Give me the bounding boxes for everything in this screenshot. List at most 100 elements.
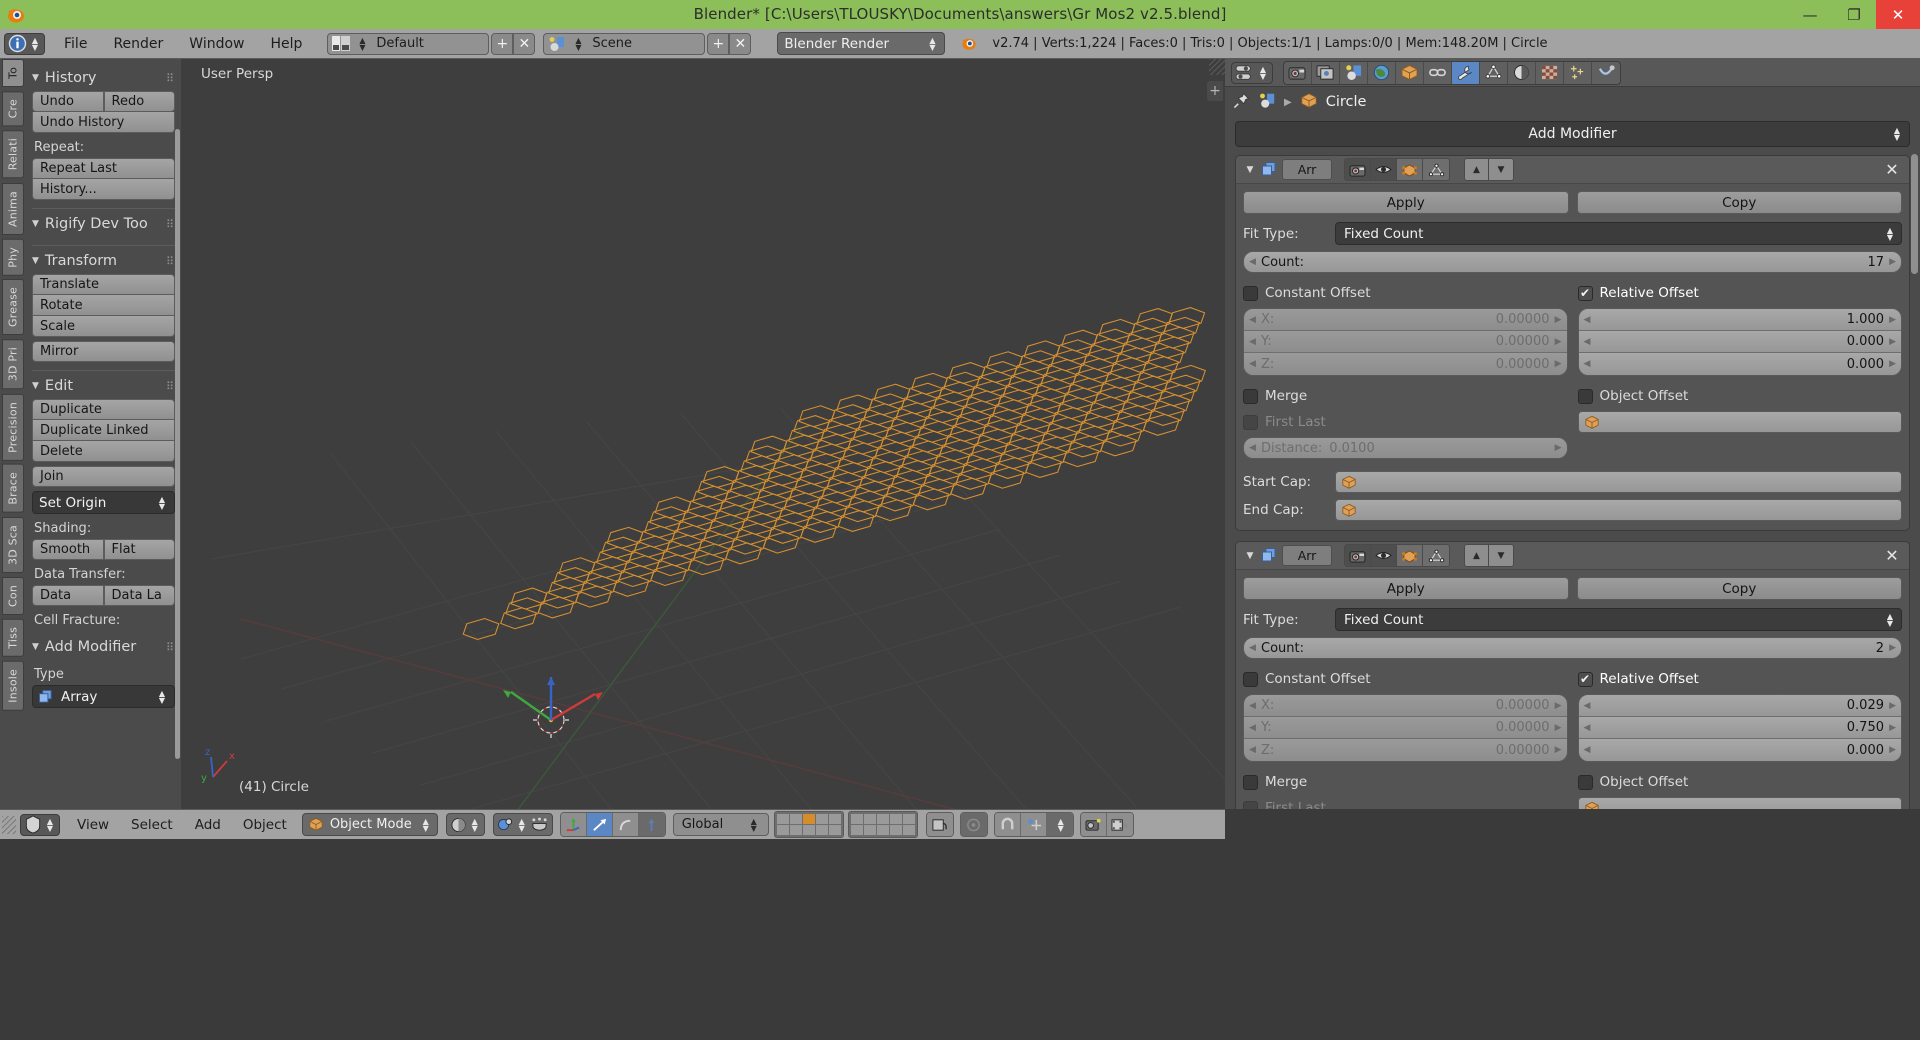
layer-cell[interactable] bbox=[802, 825, 815, 835]
fit-type-dropdown[interactable]: Fixed Count ▲ ▼ bbox=[1335, 222, 1902, 245]
data-layout-transfer-button[interactable]: Data La bbox=[103, 585, 175, 606]
viewport-shading-dropdown[interactable]: ▲ ▼ bbox=[445, 813, 485, 836]
transform-orientation-arrows[interactable]: ▲ ▼ bbox=[748, 817, 760, 832]
layer-cell[interactable] bbox=[863, 814, 876, 824]
edit-panel-header[interactable]: ▼ Edit ⠿ bbox=[32, 373, 175, 399]
layer-cell[interactable] bbox=[828, 825, 841, 835]
toolshelf-tab-animation[interactable]: Anima bbox=[2, 182, 24, 235]
menu-file[interactable]: File bbox=[51, 29, 100, 59]
modifier-delete-button[interactable]: ✕ bbox=[1881, 160, 1903, 179]
relative-offset-x-field[interactable]: ◀ 0.029 ▶ bbox=[1578, 695, 1901, 717]
first-last-checkbox[interactable] bbox=[1243, 414, 1258, 430]
layer-cell[interactable] bbox=[889, 814, 902, 824]
set-origin-dropdown[interactable]: Set Origin ▲ ▼ bbox=[32, 491, 175, 514]
layer-cell[interactable] bbox=[902, 825, 915, 835]
relative-offset-checkbox-row[interactable]: ✔ Relative Offset bbox=[1577, 668, 1903, 690]
first-last-checkbox[interactable] bbox=[1243, 800, 1258, 809]
modifier-viewport-toggle-icon[interactable] bbox=[1371, 545, 1397, 566]
pin-icon[interactable] bbox=[1233, 92, 1250, 113]
menu-help[interactable]: Help bbox=[257, 29, 315, 59]
render-engine-arrows[interactable]: ▲ ▼ bbox=[926, 36, 938, 51]
modifier-cage-toggle-icon[interactable] bbox=[1423, 545, 1449, 566]
tab-texture-icon[interactable] bbox=[1536, 61, 1564, 84]
undo-history-button[interactable]: Undo History bbox=[32, 112, 175, 133]
snap-during-transform-icon[interactable] bbox=[530, 817, 549, 833]
set-origin-arrows[interactable]: ▲ ▼ bbox=[156, 495, 168, 510]
breadcrumb-object-icon[interactable] bbox=[1300, 92, 1318, 113]
join-button[interactable]: Join bbox=[32, 466, 175, 487]
data-transfer-button[interactable]: Data bbox=[32, 585, 104, 606]
relative-offset-y-field[interactable]: ◀ 0.750 ▶ bbox=[1578, 717, 1901, 739]
screen-layout-dropdown[interactable]: ▲ ▼ Default bbox=[327, 32, 490, 55]
constant-offset-z-field[interactable]: ◀ Z: 0.00000 ▶ bbox=[1244, 353, 1567, 375]
modifier-edit-mode-toggle-icon[interactable] bbox=[1397, 159, 1423, 180]
modifier-apply-button[interactable]: Apply bbox=[1243, 577, 1569, 600]
modifier-render-toggle-icon[interactable] bbox=[1345, 159, 1371, 180]
viewport-expand-handle[interactable]: + bbox=[1207, 81, 1223, 101]
layer-cell[interactable] bbox=[863, 825, 876, 835]
layer-cell[interactable] bbox=[850, 825, 863, 835]
constant-offset-y-field[interactable]: ◀ Y: 0.00000 ▶ bbox=[1244, 717, 1567, 739]
rotate-button[interactable]: Rotate bbox=[32, 295, 175, 316]
toolshelf-tab-insole[interactable]: Insole bbox=[2, 660, 24, 711]
tab-constraints-icon[interactable] bbox=[1424, 61, 1452, 84]
modifier-type-arrows[interactable]: ▲ ▼ bbox=[156, 689, 168, 704]
increment-arrow-icon[interactable]: ▶ bbox=[1889, 643, 1896, 653]
menu-render[interactable]: Render bbox=[100, 29, 176, 59]
viewport-menu-add[interactable]: Add bbox=[184, 817, 232, 833]
modifier-apply-button[interactable]: Apply bbox=[1243, 191, 1569, 214]
fit-type-arrows[interactable]: ▲ ▼ bbox=[1884, 226, 1896, 241]
merge-checkbox[interactable] bbox=[1243, 388, 1258, 404]
interaction-mode-arrows[interactable]: ▲ ▼ bbox=[420, 817, 432, 832]
undo-button[interactable]: Undo bbox=[32, 91, 104, 112]
toolshelf-tab-precision[interactable]: Precision bbox=[2, 393, 24, 461]
tab-particles-icon[interactable] bbox=[1564, 61, 1592, 84]
proportional-edit-icon[interactable] bbox=[960, 813, 987, 836]
count-field[interactable]: ◀ Count: 2 ▶ bbox=[1243, 637, 1902, 659]
delete-button[interactable]: Delete bbox=[32, 441, 175, 462]
viewport-menu-object[interactable]: Object bbox=[232, 817, 298, 833]
layer-cell[interactable] bbox=[876, 825, 889, 835]
viewport-menu-view[interactable]: View bbox=[66, 817, 120, 833]
layer-block-2[interactable] bbox=[847, 811, 918, 838]
tab-object-data-icon[interactable] bbox=[1480, 61, 1508, 84]
screen-add-button[interactable]: + bbox=[491, 32, 514, 55]
duplicate-button[interactable]: Duplicate bbox=[32, 399, 175, 420]
properties-editor-arrows[interactable]: ▲ ▼ bbox=[1257, 65, 1269, 80]
toolshelf-tab-3d-scan[interactable]: 3D Sca bbox=[2, 517, 24, 574]
toolshelf-tab-physics[interactable]: Phy bbox=[2, 238, 24, 276]
rigify-dev-tools-panel-header[interactable]: ▼ Rigify Dev Tools ⠿ bbox=[32, 211, 175, 237]
object-offset-checkbox[interactable] bbox=[1577, 388, 1593, 404]
editor-type-selector[interactable]: ▲ ▼ bbox=[4, 32, 45, 55]
add-modifier-dropdown[interactable]: Add Modifier ▲ ▼ bbox=[1235, 121, 1910, 147]
merge-distance-field[interactable]: ◀ Distance: 0.0100 ▶ bbox=[1243, 437, 1568, 459]
modifier-name-field[interactable]: Arr bbox=[1282, 545, 1332, 566]
toolshelf-tab-con[interactable]: Con bbox=[2, 577, 24, 615]
repeat-last-button[interactable]: Repeat Last bbox=[32, 158, 175, 179]
mirror-button[interactable]: Mirror bbox=[32, 341, 175, 362]
layer-cell[interactable] bbox=[850, 814, 863, 824]
modifier-collapse-icon[interactable]: ▼ bbox=[1242, 551, 1258, 561]
toolshelf-tab-brace[interactable]: Brace bbox=[2, 464, 24, 514]
modifier-move-up-button[interactable]: ▲ bbox=[1465, 159, 1489, 180]
constant-offset-checkbox-row[interactable]: Constant Offset bbox=[1243, 668, 1568, 690]
interaction-mode-dropdown[interactable]: Object Mode ▲ ▼ bbox=[301, 813, 438, 836]
modifier-delete-button[interactable]: ✕ bbox=[1881, 546, 1903, 565]
relative-offset-y-field[interactable]: ◀ 0.000 ▶ bbox=[1578, 331, 1901, 353]
snap-magnet-icon[interactable] bbox=[994, 813, 1021, 836]
transform-orientation-dropdown[interactable]: Global ▲ ▼ bbox=[672, 813, 769, 836]
screen-layout-value[interactable]: Default bbox=[368, 36, 488, 51]
constant-offset-x-field[interactable]: ◀ X: 0.00000 ▶ bbox=[1244, 309, 1567, 331]
editor-type-arrows[interactable]: ▲ ▼ bbox=[29, 36, 41, 51]
object-offset-checkbox[interactable] bbox=[1577, 774, 1593, 790]
toolshelf-tab-grease-pencil[interactable]: Grease bbox=[2, 279, 24, 336]
layer-cell[interactable] bbox=[889, 825, 902, 835]
history-dialog-button[interactable]: History... bbox=[32, 179, 175, 200]
layer-block-1[interactable] bbox=[773, 811, 844, 838]
scene-dropdown[interactable]: ▲ ▼ Scene bbox=[543, 32, 706, 55]
relative-offset-checkbox[interactable]: ✔ bbox=[1577, 671, 1593, 687]
viewport-menu-select[interactable]: Select bbox=[120, 817, 184, 833]
modifier-viewport-toggle-icon[interactable] bbox=[1371, 159, 1397, 180]
rotate-manipulator-icon[interactable] bbox=[586, 813, 613, 836]
screen-layout-arrows[interactable]: ▲ ▼ bbox=[356, 36, 368, 51]
